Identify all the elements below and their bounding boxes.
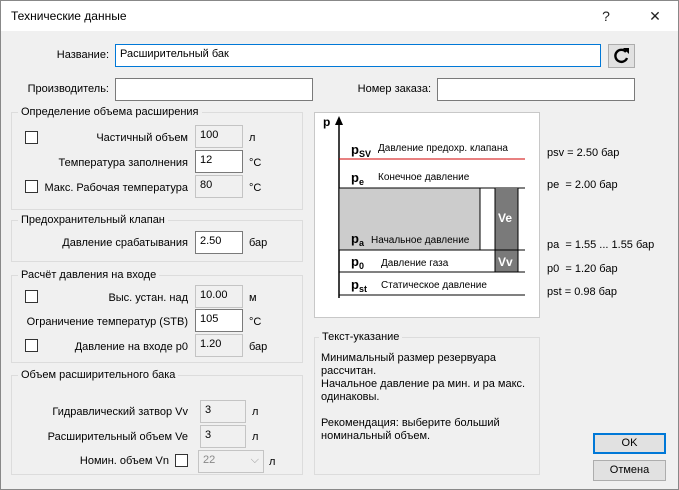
note-line: Начальное давление pa мин. и pa макс. [321, 378, 526, 390]
inlet-pressure-label: Давление на входе p0 [74, 341, 188, 353]
manufacturer-input[interactable] [115, 78, 313, 101]
note-line: Рекомендация: выберите больший [321, 417, 500, 429]
ok-button[interactable]: OK [593, 433, 666, 454]
max-temp-field: 80 [195, 175, 243, 198]
p0-symbol: p0 [351, 254, 364, 272]
trigger-pressure-unit: бар [249, 237, 268, 249]
expansion-volume-title: Определение объема расширения [18, 106, 202, 118]
stb-limit-label: Ограничение температур (STB) [26, 316, 188, 328]
note-line: рассчитан. [321, 365, 377, 377]
psv-readout: psv = 2.50 бар [547, 147, 620, 159]
nominal-volume-label: Номин. объем Vn [79, 455, 169, 467]
max-temp-label: Макс. Рабочая температура [44, 182, 188, 194]
close-button[interactable]: ✕ [637, 1, 673, 31]
chevron-down-icon: ⌵ [250, 454, 259, 466]
pa-readout: pa = 1.55 ... 1.55 бар [547, 239, 655, 251]
inlet-pressure-checkbox[interactable] [25, 339, 38, 352]
water-seal-unit: л [252, 406, 259, 418]
order-number-label: Номер заказа: [357, 83, 431, 95]
window-title: Технические данные [11, 9, 127, 23]
order-number-input[interactable] [437, 78, 635, 101]
nominal-volume-checkbox[interactable] [175, 454, 188, 467]
pressure-diagram: p pSV Давление предохр. клапана pe Конеч… [314, 112, 540, 318]
pa-symbol: pa [351, 231, 364, 249]
water-seal-field: 3 [200, 400, 246, 423]
refresh-button[interactable] [608, 44, 635, 68]
vv-label: Vv [498, 255, 513, 269]
fill-temp-label: Температура заполнения [58, 157, 188, 169]
psv-symbol: pSV [351, 142, 371, 160]
pe-symbol: pe [351, 170, 364, 188]
expansion-volume-unit: л [252, 431, 259, 443]
max-temp-checkbox[interactable] [25, 180, 38, 193]
pst-text: Статическое давление [381, 280, 487, 291]
partial-volume-unit: л [249, 132, 256, 144]
fill-temp-input[interactable]: 12 [195, 150, 243, 173]
water-seal-label: Гидравлический затвор Vv [52, 406, 188, 418]
pa-text: Начальное давление [371, 235, 470, 246]
expansion-volume-label: Расширительный объем Ve [47, 431, 188, 443]
partial-volume-label: Частичный объем [96, 132, 188, 144]
install-height-field: 10.00 [195, 285, 243, 308]
pst-readout: pst = 0.98 бар [547, 286, 617, 298]
name-input[interactable]: Расширительный бак [115, 44, 601, 67]
note-line: Минимальный размер резервуара [321, 352, 497, 364]
install-height-label: Выс. устан. над [108, 292, 188, 304]
refresh-icon [614, 48, 629, 64]
pst-symbol: pst [351, 277, 367, 295]
p0-readout: p0 = 1.20 бар [547, 263, 618, 275]
note-text: Минимальный размер резервуара рассчитан.… [321, 352, 525, 443]
max-temp-unit: °C [249, 182, 262, 194]
fill-temp-unit: °C [249, 157, 262, 169]
safety-valve-title: Предохранительный клапан [18, 214, 168, 226]
partial-volume-field: 100 [195, 125, 243, 148]
help-button[interactable]: ? [588, 1, 624, 31]
note-title: Текст-указание [319, 331, 403, 343]
trigger-pressure-label: Давление срабатывания [62, 237, 188, 249]
tank-volume-title: Объем расширительного бака [18, 369, 179, 381]
partial-volume-checkbox[interactable] [25, 131, 38, 144]
title-bar: Технические данные ? ✕ [1, 1, 678, 31]
psv-text: Давление предохр. клапана [378, 143, 508, 154]
pressure-axis-label: p [323, 115, 331, 129]
inlet-pressure-title: Расчёт давления на входе [18, 269, 160, 281]
inlet-pressure-unit: бар [249, 341, 268, 353]
expansion-volume-field: 3 [200, 425, 246, 448]
note-line: одинаковы. [321, 391, 380, 403]
dialog-window: Технические данные ? ✕ Название: Расшири… [0, 0, 679, 490]
nominal-volume-value: 22 [203, 454, 216, 466]
install-height-unit: м [249, 292, 257, 304]
inlet-pressure-field: 1.20 [195, 334, 243, 357]
pe-text: Конечное давление [378, 172, 470, 183]
nominal-volume-unit: л [269, 456, 276, 468]
manufacturer-label: Производитель: [27, 83, 109, 95]
ve-label: Ve [498, 211, 513, 225]
note-line: номинальный объем. [321, 430, 431, 442]
stb-limit-unit: °C [249, 316, 262, 328]
cancel-button[interactable]: Отмена [593, 460, 666, 481]
name-label: Название: [56, 49, 109, 61]
pe-readout: pe = 2.00 бар [547, 179, 618, 191]
trigger-pressure-input[interactable]: 2.50 [195, 231, 243, 254]
height-checkbox[interactable] [25, 290, 38, 303]
stb-limit-input[interactable]: 105 [195, 309, 243, 332]
nominal-volume-select[interactable]: 22 ⌵ [198, 450, 264, 473]
p0-text: Давление газа [381, 258, 449, 269]
